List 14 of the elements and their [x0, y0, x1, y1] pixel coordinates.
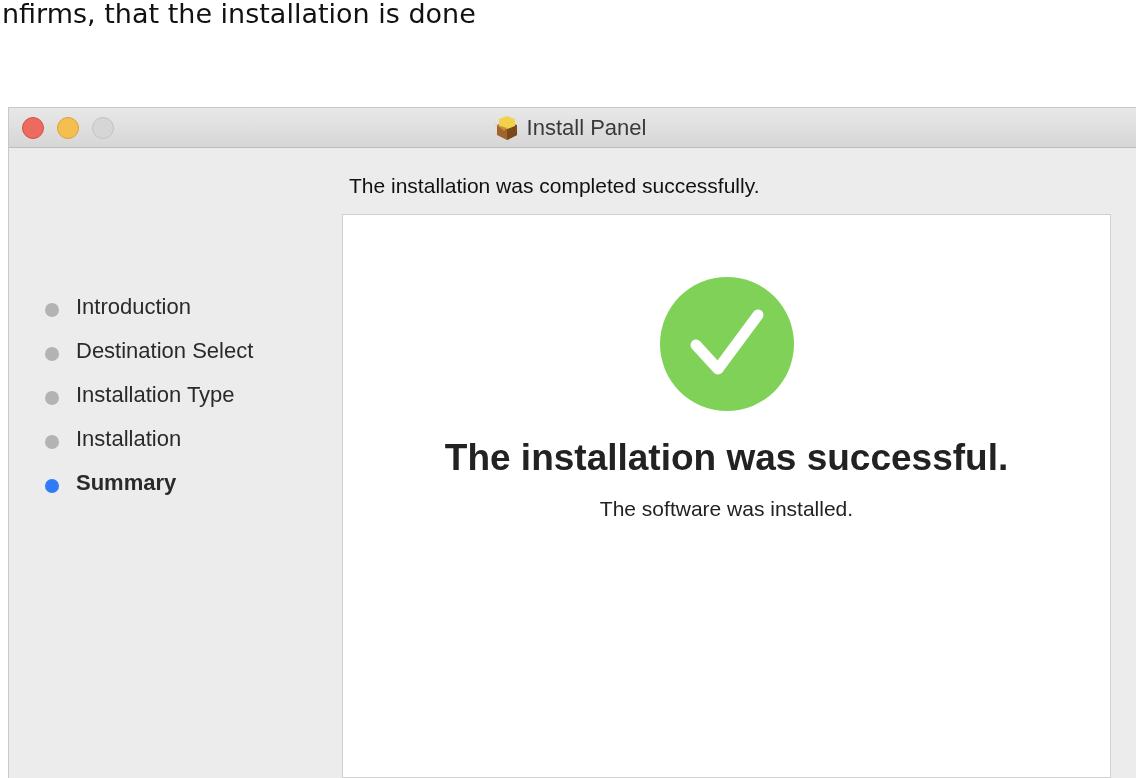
step-label: Introduction [76, 294, 191, 320]
success-heading: The installation was successful. [444, 437, 1009, 479]
step-label: Installation [76, 426, 182, 452]
zoom-button[interactable] [92, 116, 114, 139]
close-button[interactable] [22, 116, 44, 139]
step-label: Installation Type [76, 382, 235, 408]
status-header: The installation was completed successfully. [349, 174, 761, 199]
checkmark-icon [659, 277, 794, 411]
caption-text: nfirms, that the installation is done [2, 0, 477, 31]
window-title: Install Panel [526, 114, 647, 141]
step-label: Destination Select [76, 338, 254, 364]
minimize-button[interactable] [57, 116, 79, 139]
step-label: Summary [76, 470, 177, 496]
success-message: The software was installed. [599, 497, 854, 521]
